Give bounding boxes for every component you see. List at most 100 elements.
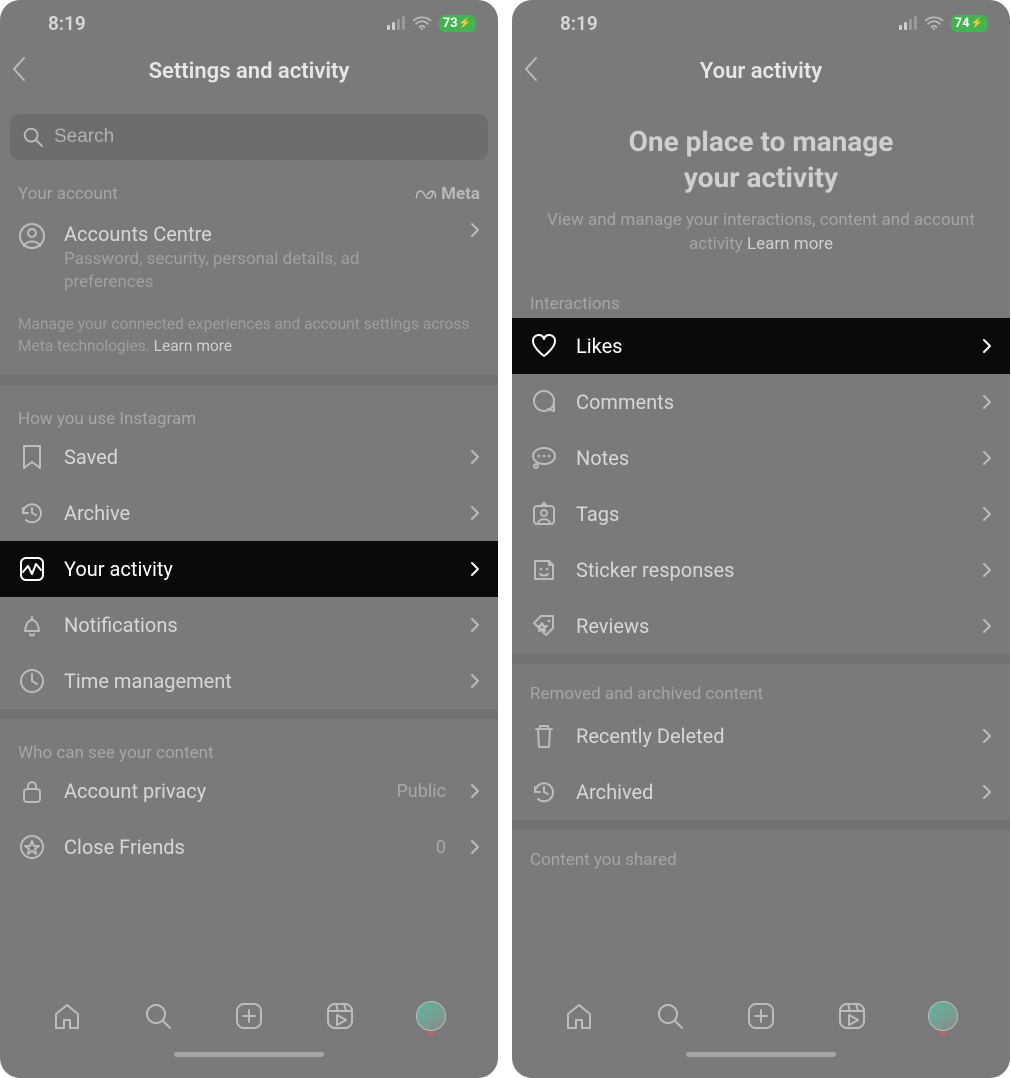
row-likes[interactable]: Likes [512, 318, 1010, 374]
tab-home[interactable] [52, 1001, 82, 1031]
chevron-right-icon [470, 617, 480, 633]
cellular-icon [387, 16, 405, 30]
meta-logo: Meta [415, 184, 480, 204]
row-title: Reviews [576, 614, 964, 638]
chevron-right-icon [982, 784, 992, 800]
battery-indicator: 74 [951, 15, 988, 32]
row-title: Notifications [64, 613, 452, 637]
search-input[interactable] [54, 126, 476, 148]
section-label: Who can see your content [18, 743, 214, 763]
divider [512, 654, 1010, 664]
chevron-right-icon [470, 449, 480, 465]
row-your-activity[interactable]: Your activity [0, 541, 498, 597]
tab-bar [0, 980, 498, 1052]
account-note: Manage your connected experiences and ac… [0, 308, 498, 375]
chevron-right-icon [470, 783, 480, 799]
bell-icon [18, 611, 46, 639]
chevron-right-icon [982, 394, 992, 410]
home-indicator [512, 1052, 1010, 1078]
page-header: Settings and activity [0, 46, 498, 96]
screenshot-settings: 8:19 73 Settings and activity Your accou… [0, 0, 498, 1078]
section-label: How you use Instagram [18, 409, 196, 429]
back-button[interactable] [10, 54, 28, 84]
row-title: Archive [64, 501, 452, 525]
row-value: 0 [436, 837, 446, 858]
row-sticker-responses[interactable]: Sticker responses [512, 542, 1010, 598]
row-title: Close Friends [64, 835, 418, 859]
chevron-right-icon [982, 728, 992, 744]
divider [512, 820, 1010, 830]
chevron-right-icon [982, 450, 992, 466]
avatar-icon [416, 1001, 446, 1031]
tab-bar [512, 980, 1010, 1052]
row-title: Likes [576, 334, 964, 358]
hero: One place to manageyour activity View an… [512, 96, 1010, 274]
row-title: Tags [576, 502, 964, 526]
row-notes[interactable]: Notes [512, 430, 1010, 486]
battery-indicator: 73 [439, 15, 476, 32]
learn-more-link[interactable]: Learn more [154, 337, 232, 355]
row-saved[interactable]: Saved [0, 429, 498, 485]
row-reviews[interactable]: Reviews [512, 598, 1010, 654]
row-title: Your activity [64, 557, 452, 581]
bookmark-icon [18, 443, 46, 471]
tab-profile[interactable] [928, 1001, 958, 1031]
learn-more-link[interactable]: Learn more [747, 234, 833, 254]
row-comments[interactable]: Comments [512, 374, 1010, 430]
history-icon [18, 499, 46, 527]
clock-icon [18, 667, 46, 695]
section-visibility: Who can see your content [0, 719, 498, 763]
person-tag-icon [530, 500, 558, 528]
hero-body: View and manage your interactions, conte… [540, 209, 982, 257]
section-interactions: Interactions [512, 274, 1010, 318]
row-title: Time management [64, 669, 452, 693]
row-tags[interactable]: Tags [512, 486, 1010, 542]
tab-create[interactable] [234, 1001, 264, 1031]
row-title: Saved [64, 445, 452, 469]
tab-reels[interactable] [837, 1001, 867, 1031]
thought-icon [530, 444, 558, 472]
tab-create[interactable] [746, 1001, 776, 1031]
comment-icon [530, 388, 558, 416]
row-title: Notes [576, 446, 964, 470]
back-button[interactable] [522, 54, 540, 84]
row-title: Sticker responses [576, 558, 964, 582]
row-archived[interactable]: Archived [512, 764, 1010, 820]
tab-search[interactable] [143, 1001, 173, 1031]
page-title: Settings and activity [149, 59, 350, 84]
row-title: Archived [576, 780, 964, 804]
person-circle-icon [18, 222, 46, 250]
lock-icon [18, 777, 46, 805]
row-archive[interactable]: Archive [0, 485, 498, 541]
row-accounts-centre[interactable]: Accounts Centre Password, security, pers… [0, 204, 498, 308]
section-shared: Content you shared [512, 830, 1010, 874]
search-field[interactable] [10, 114, 488, 160]
chevron-right-icon [470, 673, 480, 689]
row-account-privacy[interactable]: Account privacy Public [0, 763, 498, 819]
row-title: Accounts Centre [64, 222, 452, 246]
row-recently-deleted[interactable]: Recently Deleted [512, 708, 1010, 764]
tab-home[interactable] [564, 1001, 594, 1031]
section-removed: Removed and archived content [512, 664, 1010, 708]
row-close-friends[interactable]: Close Friends 0 [0, 819, 498, 875]
hero-title: One place to manageyour activity [540, 124, 982, 197]
tab-search[interactable] [655, 1001, 685, 1031]
tab-reels[interactable] [325, 1001, 355, 1031]
section-label: Your account [18, 184, 118, 204]
status-bar: 8:19 73 [0, 0, 498, 46]
row-notifications[interactable]: Notifications [0, 597, 498, 653]
tag-star-icon [530, 612, 558, 640]
avatar-icon [928, 1001, 958, 1031]
chevron-right-icon [982, 506, 992, 522]
divider [0, 375, 498, 385]
wifi-icon [924, 15, 944, 31]
row-subtitle: Password, security, personal details, ad… [64, 248, 452, 294]
chevron-right-icon [982, 562, 992, 578]
tab-profile[interactable] [416, 1001, 446, 1031]
home-indicator [0, 1052, 498, 1078]
row-time-management[interactable]: Time management [0, 653, 498, 709]
row-title: Comments [576, 390, 964, 414]
heart-icon [530, 332, 558, 360]
cellular-icon [899, 16, 917, 30]
screenshot-your-activity: 8:19 74 Your activity One place to manag… [512, 0, 1010, 1078]
